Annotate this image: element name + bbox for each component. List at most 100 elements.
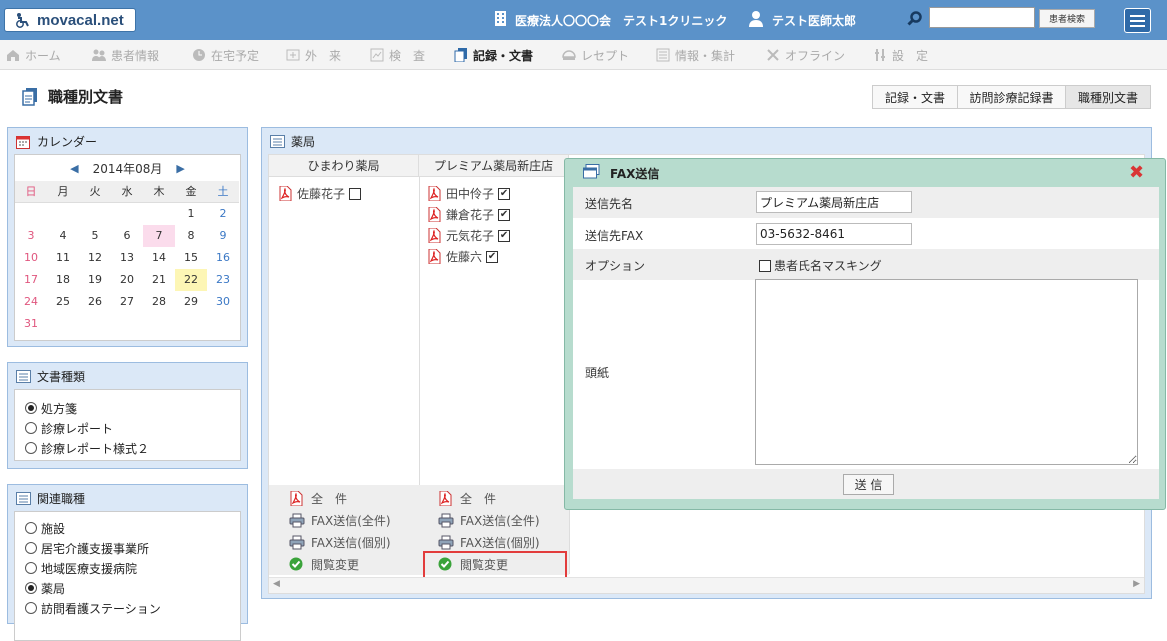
radio-button[interactable] xyxy=(25,522,37,534)
radio-option[interactable]: 施設 xyxy=(25,518,240,538)
patient-name[interactable]: 佐藤花子 xyxy=(297,185,345,202)
calendar-day[interactable]: 17 xyxy=(15,269,47,291)
all-documents-link[interactable]: 全 件 xyxy=(438,487,540,509)
patient-name[interactable]: 佐藤六 xyxy=(446,248,482,265)
radio-option[interactable]: 薬局 xyxy=(25,578,240,598)
fax-all-button[interactable]: FAX送信(全件) xyxy=(438,509,540,531)
nav-item[interactable]: 設 定 xyxy=(873,40,928,70)
nav-item[interactable]: 在宅予定 xyxy=(192,40,259,70)
nav-item[interactable]: オフライン xyxy=(766,40,845,70)
hamburger-menu-icon[interactable] xyxy=(1124,8,1151,33)
calendar-day[interactable]: 3 xyxy=(15,225,47,247)
dest-name-input[interactable]: プレミアム薬局新庄店 xyxy=(756,191,912,213)
calendar-day[interactable]: 27 xyxy=(111,291,143,313)
radio-option[interactable]: 診療レポート様式２ xyxy=(25,438,240,458)
radio-option[interactable]: 処方箋 xyxy=(25,398,240,418)
org-name[interactable]: 医療法人〇〇〇会 テスト1クリニック xyxy=(494,10,727,30)
radio-button[interactable] xyxy=(25,562,37,574)
patient-checkbox[interactable]: ✔ xyxy=(498,187,511,200)
patient-name[interactable]: 元気花子 xyxy=(446,227,494,244)
radio-button[interactable] xyxy=(25,422,37,434)
fax-all-button[interactable]: FAX送信(全件) xyxy=(289,509,391,531)
radio-option[interactable]: 診療レポート xyxy=(25,418,240,438)
radio-button[interactable] xyxy=(25,402,37,414)
pdf-icon[interactable] xyxy=(427,248,441,265)
calendar-day[interactable]: 18 xyxy=(47,269,79,291)
logo[interactable]: movacal.net xyxy=(4,8,136,32)
calendar-day[interactable]: 11 xyxy=(47,247,79,269)
all-documents-link[interactable]: 全 件 xyxy=(289,487,391,509)
calendar-day[interactable]: 10 xyxy=(15,247,47,269)
patient-name[interactable]: 田中伶子 xyxy=(446,185,494,202)
calendar-day[interactable]: 12 xyxy=(79,247,111,269)
fax-individual-button[interactable]: FAX送信(個別) xyxy=(438,531,540,553)
calendar-day[interactable]: 31 xyxy=(15,313,47,335)
next-month-icon[interactable]: ▶ xyxy=(176,162,184,175)
calendar-day[interactable]: 20 xyxy=(111,269,143,291)
patient-checkbox[interactable]: ✔ xyxy=(486,250,499,263)
nav-item[interactable]: 情報・集計 xyxy=(656,40,735,70)
calendar-day[interactable]: 15 xyxy=(175,247,207,269)
calendar-day[interactable]: 16 xyxy=(207,247,239,269)
radio-option[interactable]: 居宅介護支援事業所 xyxy=(25,538,240,558)
dest-fax-input[interactable]: 03-5632-8461 xyxy=(756,223,912,245)
scroll-left-icon[interactable]: ◀ xyxy=(273,579,280,589)
patient-search-button[interactable]: 患者検索 xyxy=(1039,9,1095,28)
mask-checkbox[interactable] xyxy=(759,259,771,272)
nav-item[interactable]: 外 来 xyxy=(286,40,341,70)
calendar-day[interactable]: 28 xyxy=(143,291,175,313)
calendar-day[interactable]: 29 xyxy=(175,291,207,313)
patient-checkbox[interactable]: ✔ xyxy=(498,229,511,242)
fax-individual-button[interactable]: FAX送信(個別) xyxy=(289,531,391,553)
scroll-right-icon[interactable]: ▶ xyxy=(1133,579,1140,589)
pdf-icon[interactable] xyxy=(278,185,292,202)
calendar-day[interactable]: 8 xyxy=(175,225,207,247)
radio-button[interactable] xyxy=(25,542,37,554)
nav-item[interactable]: 患者情報 xyxy=(92,40,159,70)
horizontal-scrollbar[interactable]: ◀ ▶ xyxy=(269,577,1144,593)
calendar-day[interactable]: 2 xyxy=(207,203,239,225)
nav-item[interactable]: ホーム xyxy=(6,40,61,70)
nav-item[interactable]: レセプト xyxy=(562,40,629,70)
prev-month-icon[interactable]: ◀ xyxy=(70,162,78,175)
calendar-day[interactable]: 6 xyxy=(111,225,143,247)
calendar-day[interactable]: 9 xyxy=(207,225,239,247)
patient-checkbox[interactable]: ✔ xyxy=(498,208,511,221)
tab-job-documents[interactable]: 職種別文書 xyxy=(1065,85,1151,109)
calendar-day[interactable]: 26 xyxy=(79,291,111,313)
calendar-day[interactable]: 25 xyxy=(47,291,79,313)
patient-search-input[interactable] xyxy=(929,7,1035,28)
calendar-day[interactable]: 4 xyxy=(47,225,79,247)
radio-button[interactable] xyxy=(25,582,37,594)
radio-button[interactable] xyxy=(25,602,37,614)
send-button[interactable]: 送 信 xyxy=(843,474,894,495)
patient-name[interactable]: 鎌倉花子 xyxy=(446,206,494,223)
radio-button[interactable] xyxy=(25,442,37,454)
calendar-day[interactable]: 5 xyxy=(79,225,111,247)
calendar-day[interactable]: 1 xyxy=(175,203,207,225)
calendar-day[interactable]: 14 xyxy=(143,247,175,269)
close-icon[interactable]: ✖ xyxy=(1129,162,1144,183)
nav-item[interactable]: 記録・文書 xyxy=(454,40,533,70)
radio-option[interactable]: 地域医療支援病院 xyxy=(25,558,240,578)
calendar-day[interactable]: 30 xyxy=(207,291,239,313)
pdf-icon[interactable] xyxy=(427,185,441,202)
pdf-icon[interactable] xyxy=(427,206,441,223)
nav-item[interactable]: 検 査 xyxy=(370,40,425,70)
calendar-day[interactable]: 23 xyxy=(207,269,239,291)
pdf-icon[interactable] xyxy=(427,227,441,244)
mask-option[interactable]: 患者氏名マスキング xyxy=(759,257,882,274)
calendar-day[interactable]: 7 xyxy=(143,225,175,247)
calendar-day[interactable]: 13 xyxy=(111,247,143,269)
patient-checkbox[interactable] xyxy=(349,187,362,200)
view-change-button[interactable]: 閲覧変更 xyxy=(289,553,391,575)
radio-option[interactable]: 訪問看護ステーション xyxy=(25,598,240,618)
calendar-day[interactable]: 22 xyxy=(175,269,207,291)
cover-textarea[interactable] xyxy=(755,279,1138,465)
user-name[interactable]: テスト医師太郎 xyxy=(748,10,856,30)
calendar-day[interactable]: 24 xyxy=(15,291,47,313)
tab-visit-records[interactable]: 訪問診療記録書 xyxy=(957,85,1066,109)
calendar-day[interactable]: 21 xyxy=(143,269,175,291)
calendar-day[interactable]: 19 xyxy=(79,269,111,291)
tab-records[interactable]: 記録・文書 xyxy=(872,85,958,109)
